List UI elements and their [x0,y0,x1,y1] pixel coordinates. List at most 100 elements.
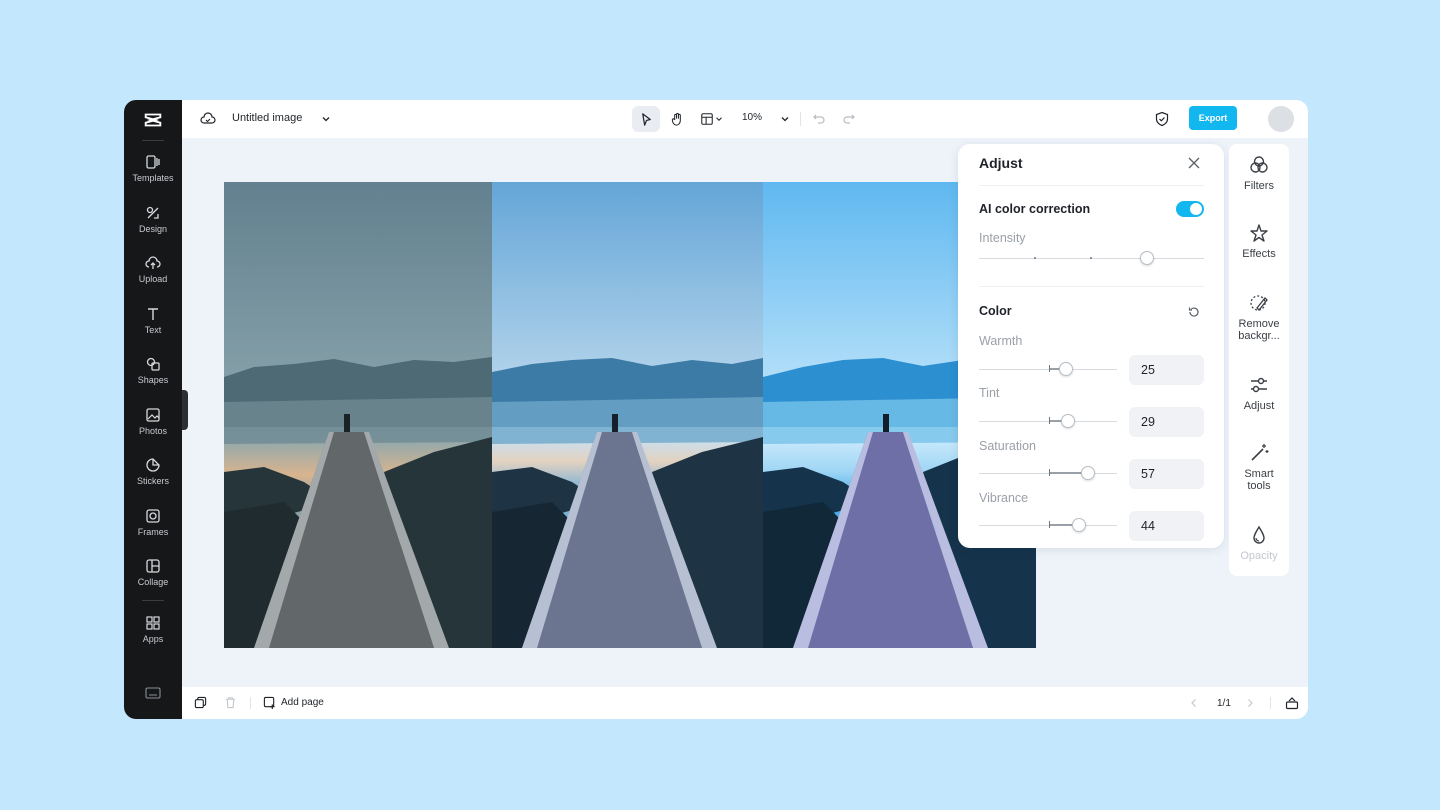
sidebar-item-design[interactable]: Design [124,205,182,249]
collage-icon [146,559,160,573]
reset-icon[interactable] [1187,305,1201,319]
tool-effects[interactable]: Effects [1229,222,1289,260]
saturation-value-field[interactable]: 57 [1129,459,1204,489]
previous-page-icon[interactable] [1189,698,1199,708]
bottombar-divider [250,697,251,709]
rail-divider [142,140,164,141]
rail-divider [142,600,164,601]
chevron-down-icon [716,117,722,122]
tool-remove-background[interactable]: Remove backgr... [1229,292,1289,342]
panel-title: Adjust [979,155,1023,171]
stickers-icon [146,458,160,472]
tool-label: Adjust [1243,400,1275,412]
layout-menu-button[interactable] [696,106,728,132]
vibrance-value-field[interactable]: 44 [1129,511,1204,541]
pages-panel-icon[interactable] [1285,696,1299,710]
adjust-panel: Adjust AI color correction Intensity Col… [958,144,1224,548]
avatar[interactable] [1268,106,1294,132]
toolbar-divider [800,112,801,126]
sidebar-item-label: Design [138,224,167,234]
document-title[interactable]: Untitled image [232,112,302,124]
panel-divider [979,286,1204,287]
warmth-value-field[interactable]: 25 [1129,355,1204,385]
add-page-label: Add page [281,697,324,708]
design-icon [146,206,159,219]
add-page-button[interactable]: Add page [263,696,324,709]
frames-icon [146,509,160,523]
zoom-level[interactable]: 10% [742,112,762,123]
color-section-label: Color [979,304,1012,318]
sidebar-collapse-handle[interactable] [182,390,188,430]
sidebar-item-label: Upload [138,274,168,284]
tool-smart-tools[interactable]: Smart tools [1229,442,1289,492]
tool-label: Effects [1242,248,1276,260]
cloud-sync-icon[interactable] [200,111,216,127]
warmth-label: Warmth [979,334,1023,348]
tint-value-field[interactable]: 29 [1129,407,1204,437]
tint-label: Tint [979,386,1000,400]
chevron-down-icon[interactable] [320,113,332,125]
canvas-image-original[interactable] [224,182,492,648]
sidebar-item-upload[interactable]: Upload [124,255,182,299]
pointer-icon [641,112,651,126]
zoom-chevron-down-icon[interactable] [779,113,791,125]
photos-icon [146,408,160,422]
select-tool-button[interactable] [632,106,660,132]
text-icon [148,308,158,320]
sidebar-item-shapes[interactable]: Shapes [124,356,182,400]
sidebar-item-label: Text [144,325,162,335]
page-indicator: 1/1 [1217,698,1231,709]
sidebar-item-label: Frames [137,527,169,537]
next-page-icon[interactable] [1245,698,1255,708]
shield-icon[interactable] [1155,111,1169,127]
undo-icon[interactable] [812,112,826,126]
capcut-logo-icon[interactable] [141,108,165,132]
sidebar-item-label: Templates [132,173,174,183]
templates-icon [146,155,160,169]
shapes-icon [146,357,160,371]
apps-icon [146,616,160,630]
smart-tools-icon [1251,444,1269,461]
duplicate-icon [194,696,207,709]
tool-label: Opacity [1240,550,1278,562]
canvas-image-adjusted-blue[interactable] [492,182,763,648]
layout-icon [701,113,713,125]
tool-opacity[interactable]: Opacity [1229,524,1289,562]
right-tools-panel: Filters Effects Remove backgr... Adjust … [1229,144,1289,576]
vibrance-label: Vibrance [979,491,1029,505]
sidebar-item-collage[interactable]: Collage [124,558,182,602]
tool-label: Smart tools [1244,468,1274,492]
sidebar-item-label: Apps [142,634,164,644]
hand-tool-button[interactable] [663,106,691,132]
ai-color-correction-toggle[interactable] [1176,201,1204,217]
bottom-toolbar: Add page 1/1 [182,687,1308,719]
sidebar-item-label: Shapes [137,375,169,385]
left-sidebar: Templates Design Upload Text Shapes Phot… [124,100,188,719]
sidebar-item-apps[interactable]: Apps [124,615,182,659]
sidebar-item-text[interactable]: Text [124,306,182,350]
intensity-label: Intensity [979,231,1026,245]
duplicate-page-button[interactable] [194,696,207,709]
effects-icon [1250,224,1268,242]
sidebar-item-label: Collage [137,577,169,587]
export-button[interactable]: Export [1189,106,1237,130]
redo-icon[interactable] [842,112,856,126]
tool-label: Remove backgr... [1238,318,1280,342]
sidebar-item-templates[interactable]: Templates [124,154,182,198]
trash-icon [225,697,236,709]
sidebar-item-stickers[interactable]: Stickers [124,457,182,501]
panel-divider [979,185,1204,186]
sidebar-item-frames[interactable]: Frames [124,508,182,552]
keyboard-shortcuts-icon[interactable] [145,686,161,700]
adjust-icon [1251,377,1267,393]
add-page-icon [263,696,275,709]
intensity-slider-knob[interactable] [1140,251,1154,265]
tool-adjust[interactable]: Adjust [1229,374,1289,412]
editor-window: Templates Design Upload Text Shapes Phot… [124,100,1308,719]
sidebar-item-photos[interactable]: Photos [124,407,182,451]
tool-filters[interactable]: Filters [1229,154,1289,192]
close-icon[interactable] [1187,156,1201,170]
bottombar-divider [1270,697,1271,709]
saturation-label: Saturation [979,439,1036,453]
delete-page-button[interactable] [224,696,237,709]
